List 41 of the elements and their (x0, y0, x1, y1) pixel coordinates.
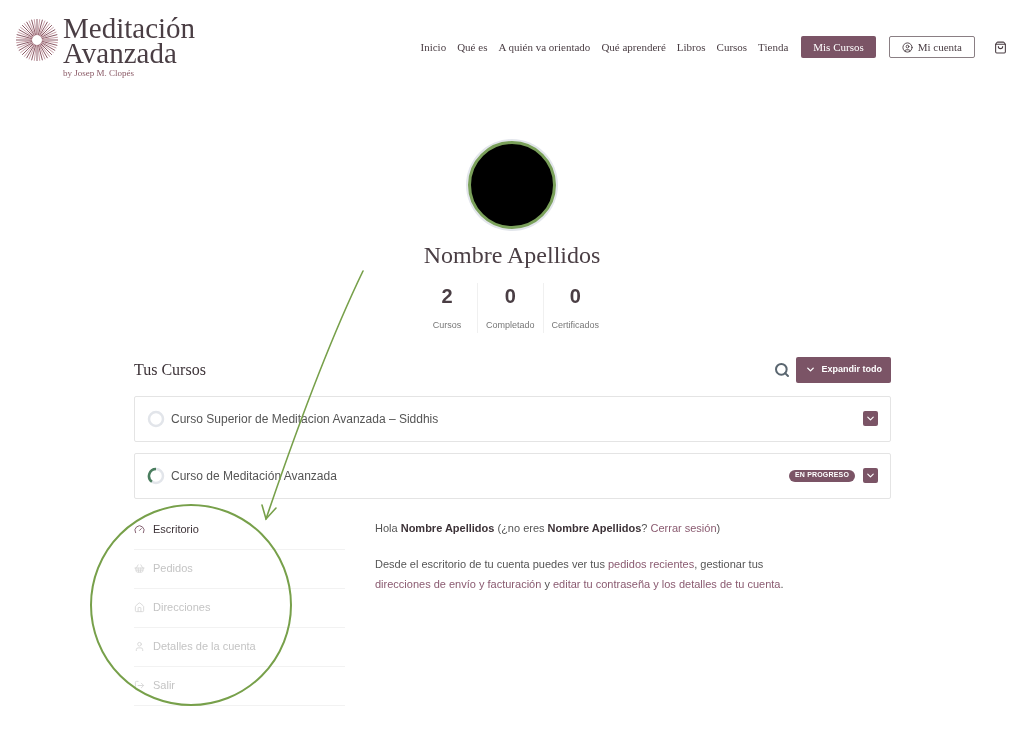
text-link[interactable]: direcciones de envío y facturación (375, 577, 542, 590)
nav-link[interactable]: A quién va orientado (498, 38, 591, 56)
orders-icon (134, 563, 145, 574)
stat-value: 0 (504, 284, 516, 309)
expand-toggle-icon[interactable] (863, 411, 878, 426)
nav-link[interactable]: Qué es (457, 38, 488, 56)
stat-value: 0 (569, 284, 581, 309)
profile-name: Nombre Apellidos (423, 241, 601, 270)
logout-icon (134, 680, 145, 691)
stat-label: Completado (485, 319, 535, 332)
chevron-down-icon (804, 364, 816, 375)
search-icon[interactable] (773, 361, 790, 378)
logo-title: Avanzada (63, 40, 177, 66)
stat-value: 2 (441, 284, 453, 309)
progress-ring-track (147, 467, 165, 484)
account-menu-item[interactable]: Escritorio (134, 510, 345, 550)
progress-ring-track (147, 410, 165, 427)
text-link[interactable]: Cerrar sesión (650, 521, 717, 534)
account-button[interactable]: Mi cuenta (888, 36, 975, 58)
expand-all-button[interactable]: Expandir todo (795, 356, 891, 383)
greeting-text: Hola Nombre Apellidos (¿no eres Nombre Apellidos? Cerrar sesión) (375, 520, 722, 536)
shopping-bag-icon[interactable] (994, 40, 1007, 54)
nav-link[interactable]: Libros (676, 38, 706, 56)
user-icon (901, 41, 913, 53)
section-title: Tus Cursos (134, 359, 206, 380)
logo-byline: by Josep M. Clopés (63, 67, 135, 80)
stat-label: Certificados (551, 319, 600, 332)
course-title: Curso de Meditación Avanzada (171, 467, 338, 485)
my-courses-button[interactable]: Mis Cursos (801, 36, 876, 58)
logo-title: Meditación (63, 16, 196, 40)
sunburst-logo-icon (15, 18, 59, 62)
stat-label: Cursos (432, 319, 462, 332)
account-icon (134, 641, 145, 652)
expand-toggle-icon[interactable] (863, 468, 878, 483)
nav-link[interactable]: Qué aprenderé (601, 38, 666, 56)
addresses-icon (134, 602, 145, 613)
dashboard-icon (134, 524, 145, 535)
nav-link[interactable]: Cursos (716, 38, 748, 56)
intro-text: Desde el escritorio de tu cuenta puedes ver tus pedidos recientes, gestionar tus direcciones de envío y facturación y editar tu contraseña y los detalles de tu cuenta. (375, 556, 785, 592)
nav-link[interactable]: Tienda (758, 38, 789, 56)
nav-link[interactable]: Inicio (420, 38, 447, 56)
